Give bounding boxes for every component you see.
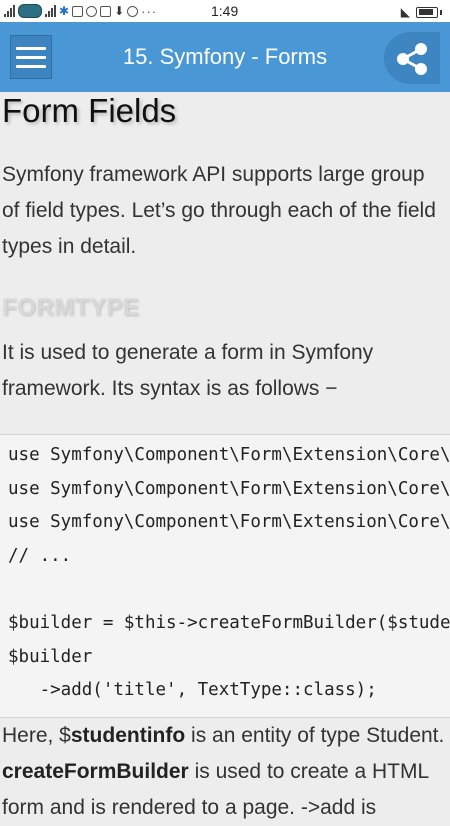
battery-icon bbox=[416, 6, 438, 18]
share-icon bbox=[397, 43, 427, 75]
status-bar: ✱ ⬇ ··· 1:49 ◣ bbox=[0, 0, 450, 22]
explanation-line: createFormBuilder is used to create a HT… bbox=[2, 760, 430, 783]
wifi-icon: ◣ bbox=[400, 5, 410, 19]
code-line: $builder bbox=[8, 647, 93, 667]
createformbuilder-term: createFormBuilder bbox=[2, 760, 189, 783]
code-line: ->add('title', TextType::class); bbox=[8, 680, 377, 700]
code-line: $builder = $this->createFormBuilder($stu… bbox=[8, 613, 450, 633]
share-button[interactable] bbox=[384, 32, 440, 84]
code-line: use Symfony\Component\Form\Extension\Cor… bbox=[8, 512, 450, 532]
section-heading: FORMTYPE bbox=[2, 294, 140, 321]
section-text-line: It is used to generate a form in Symfony bbox=[2, 341, 374, 364]
mail-icon bbox=[100, 5, 112, 17]
instagram-icon bbox=[86, 5, 98, 17]
section-text-line: framework. Its syntax is as follows − bbox=[2, 377, 338, 400]
image-icon bbox=[72, 5, 84, 17]
status-time: 1:49 bbox=[211, 3, 239, 19]
carrier-badge-icon bbox=[18, 4, 42, 18]
app-bar: 15. Symfony - Forms bbox=[0, 22, 450, 92]
article-heading: Form Fields bbox=[2, 92, 177, 129]
explanation-line: form and is rendered to a page. ->add is bbox=[2, 796, 377, 819]
network-icon: ✱ bbox=[59, 4, 70, 18]
studentinfo-term: studentinfo bbox=[70, 724, 186, 747]
code-line: // ... bbox=[8, 546, 72, 566]
explanation-line: Here, $studentinfo is an entity of type … bbox=[2, 724, 445, 747]
skype-icon bbox=[127, 5, 139, 17]
code-block[interactable]: use Symfony\Component\Form\Extension\Cor… bbox=[0, 434, 450, 718]
download-icon: ⬇ bbox=[114, 4, 125, 18]
code-line: use Symfony\Component\Form\Extension\Cor… bbox=[8, 445, 450, 465]
intro-line: of field types. Let’s go through each of… bbox=[2, 199, 436, 222]
signal-icon bbox=[4, 5, 15, 17]
intro-line: Symfony framework API supports large gro… bbox=[2, 163, 425, 186]
battery-tip bbox=[440, 9, 442, 15]
more-notifications-indicator: ··· bbox=[141, 3, 158, 19]
signal-icon bbox=[45, 5, 56, 17]
intro-line: types in detail. bbox=[2, 235, 137, 258]
code-line: use Symfony\Component\Form\Extension\Cor… bbox=[8, 479, 450, 499]
page-title: 15. Symfony - Forms bbox=[122, 44, 328, 69]
